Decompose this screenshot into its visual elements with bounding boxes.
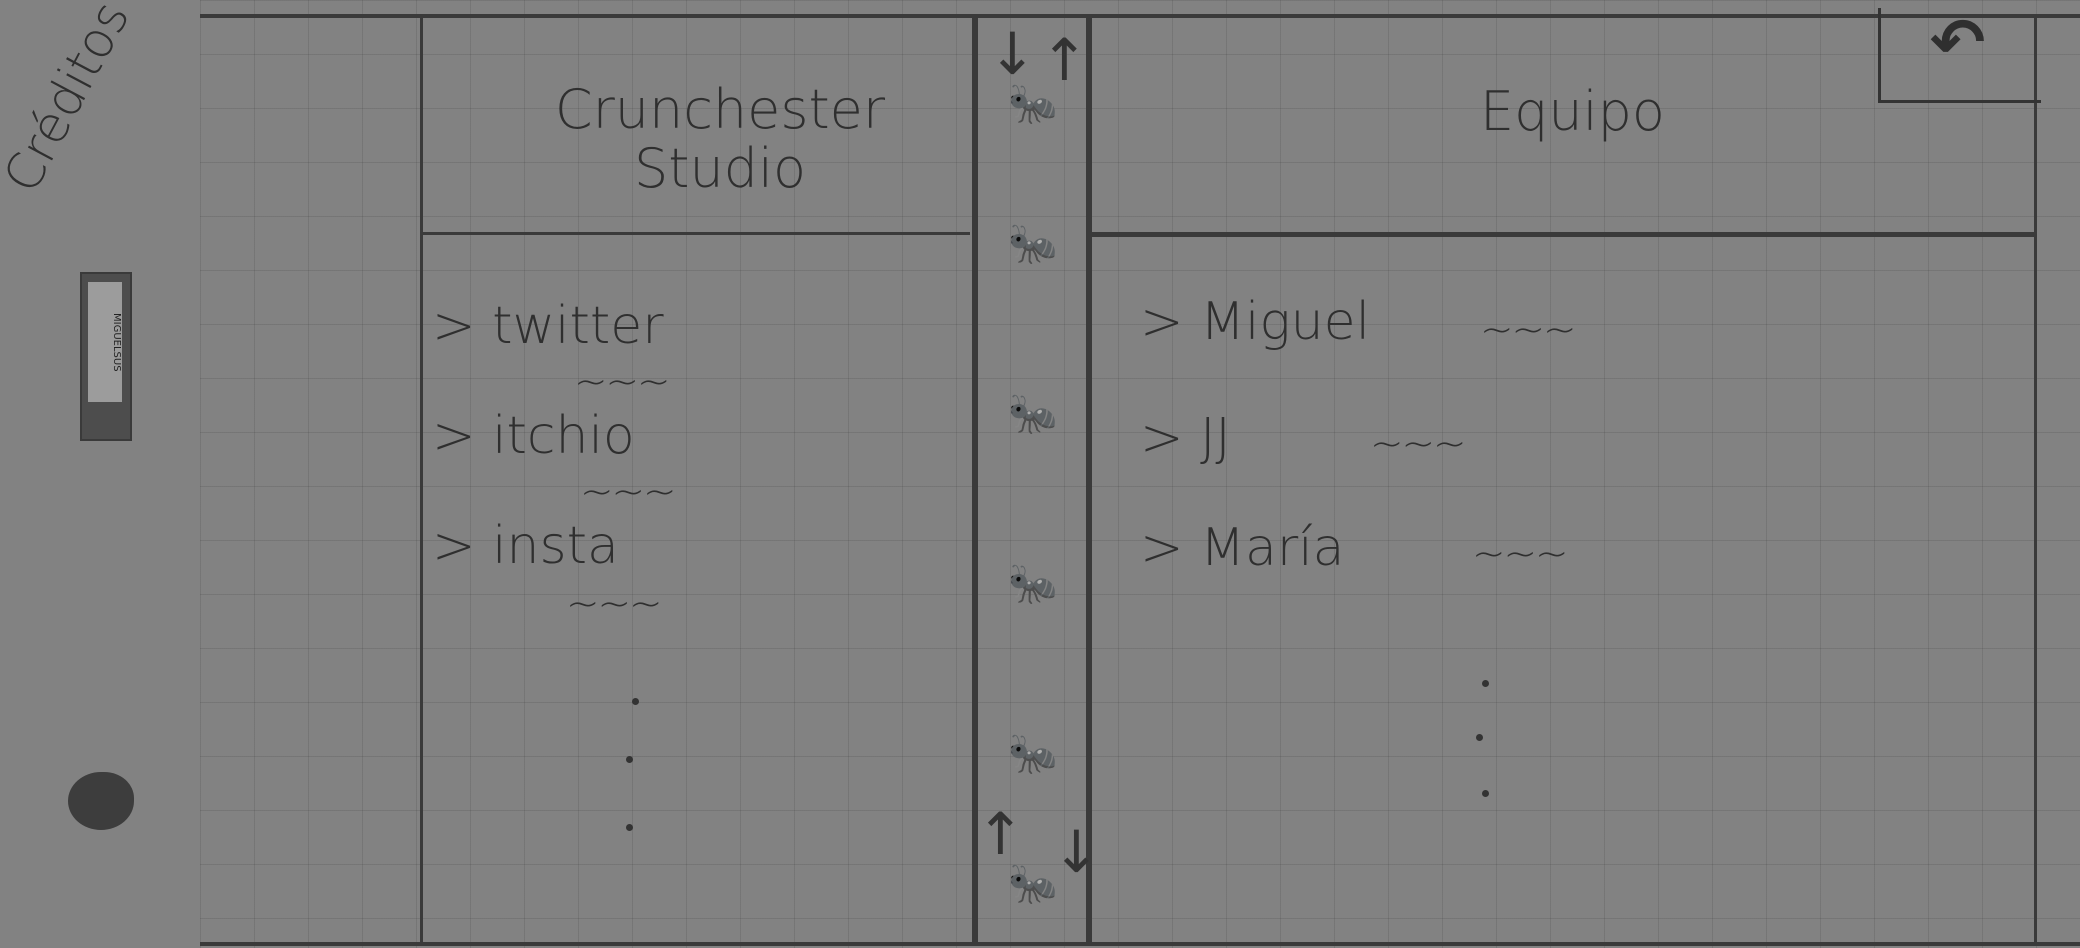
left-panel-left-border [420, 14, 423, 944]
team-member-label[interactable]: > María [1140, 522, 1345, 574]
down-arrow-icon: ↓ [1052, 818, 1101, 886]
left-panel-header-divider [420, 232, 970, 235]
ant-icon: 🐜 [1008, 221, 1058, 267]
ant-icon: 🐜 [1008, 731, 1058, 777]
team-member-label[interactable]: > Miguel [1140, 296, 1370, 348]
right-panel-header-divider [1086, 232, 2036, 237]
top-border [200, 14, 2080, 18]
left-item-detail: ~~~ [566, 581, 663, 627]
bottom-border [200, 942, 2080, 946]
back-arrow-icon[interactable]: ↶ [1930, 10, 1985, 76]
ellipsis-dot [1482, 790, 1489, 797]
sticker-text: MIGUELSUS [111, 312, 122, 372]
credits-heading: Créditos [0, 0, 141, 202]
ant-icon: 🐜 [1008, 561, 1058, 607]
ant-icon: 🐜 [1008, 391, 1058, 437]
team-member-detail: ~~~ [1370, 421, 1467, 467]
ant-icon: 🐜 [1008, 81, 1058, 127]
team-member-detail: ~~~ [1472, 531, 1569, 577]
up-arrow-icon: ↑ [976, 800, 1025, 868]
studio-title: Crunchester Studio [554, 78, 886, 201]
flame-logo-icon [68, 772, 134, 830]
left-item-label[interactable]: > twitter [432, 300, 664, 352]
ellipsis-dot [1482, 680, 1489, 687]
right-panel-right-border [2034, 14, 2037, 944]
left-item-label[interactable]: > itchio [432, 410, 635, 462]
team-member-detail: ~~~ [1480, 307, 1577, 353]
grid-paper [200, 0, 2080, 948]
left-item-detail: ~~~ [580, 469, 677, 515]
ellipsis-dot [1476, 734, 1483, 741]
sticker: MIGUELSUS [80, 272, 132, 441]
ellipsis-dot [632, 698, 639, 705]
team-title: Equipo [1480, 80, 1665, 143]
left-item-label[interactable]: > insta [432, 520, 619, 572]
ellipsis-dot [626, 756, 633, 763]
team-member-label[interactable]: > JJ [1140, 412, 1231, 464]
middle-column-right-border [1086, 14, 1092, 944]
down-arrow-icon: ↓ [988, 20, 1037, 88]
left-item-detail: ~~~ [574, 359, 671, 405]
ellipsis-dot [626, 824, 633, 831]
